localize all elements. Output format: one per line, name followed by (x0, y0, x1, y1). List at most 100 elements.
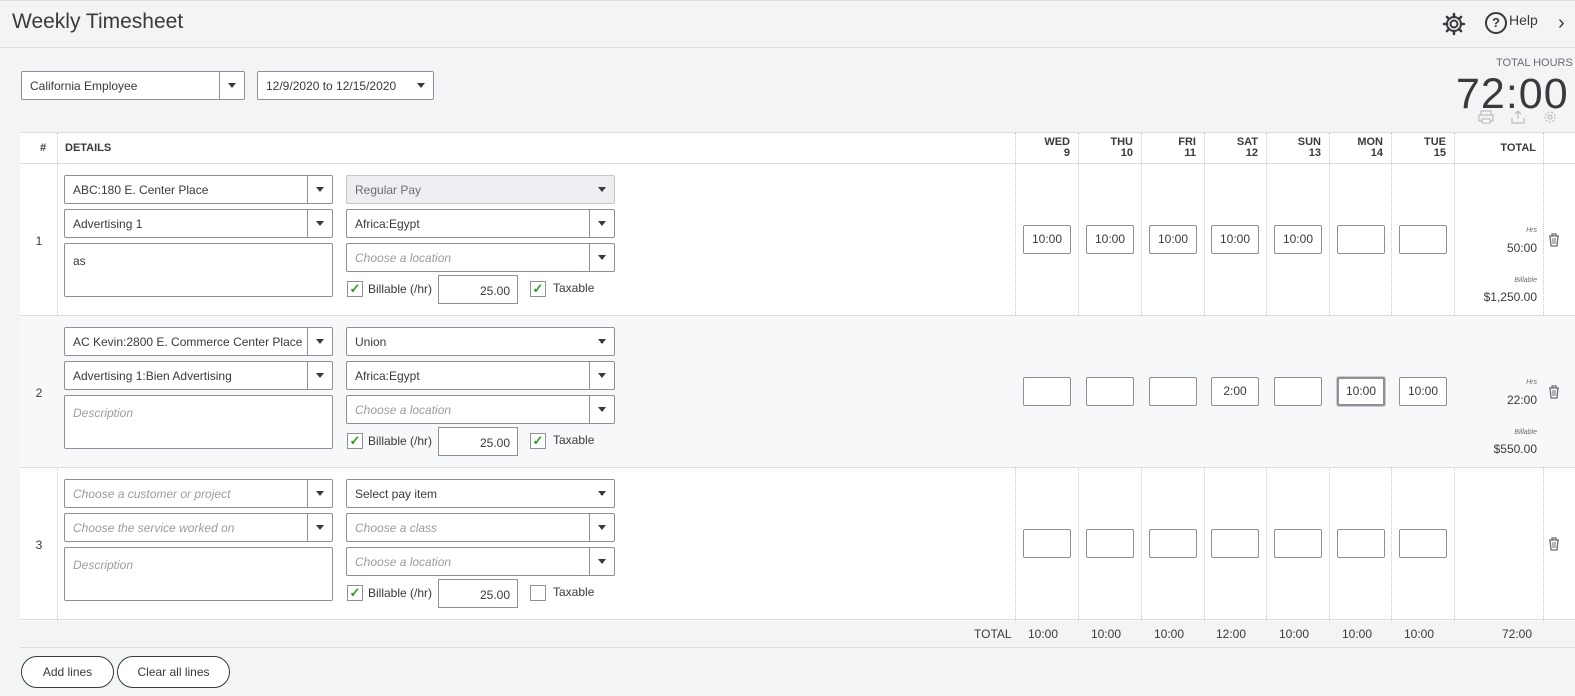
billable-checkbox[interactable]: ✓ (347, 433, 363, 449)
taxable-checkbox[interactable]: ✓ (530, 281, 546, 297)
totals-label: TOTAL (974, 627, 1012, 641)
chevron-down-icon (219, 72, 244, 99)
chevron-down-icon (307, 328, 332, 355)
hours-input-fri[interactable]: 10:00 (1149, 225, 1197, 254)
clear-all-lines-button[interactable]: Clear all lines (117, 656, 230, 688)
trash-icon[interactable] (1548, 537, 1560, 551)
table-row: 3 Choose a customer or project Choose th… (20, 468, 1575, 620)
hours-input-mon[interactable]: 10:00 (1337, 377, 1385, 406)
chevron-down-icon (307, 176, 332, 203)
class-select[interactable]: Africa:Egypt (346, 209, 615, 238)
table-settings-gear-icon[interactable] (1542, 110, 1560, 126)
customer-select[interactable]: AC Kevin:2800 E. Commerce Center Place (64, 327, 333, 356)
hours-input-tue[interactable]: 10:00 (1399, 377, 1447, 406)
rate-input[interactable]: 25.00 (438, 427, 518, 456)
hours-input-mon[interactable] (1337, 225, 1385, 254)
col-total-header: TOTAL (1500, 142, 1536, 154)
pay-item-value: Select pay item (355, 486, 438, 501)
hours-input-sun[interactable]: 10:00 (1274, 225, 1322, 254)
total-sun: 10:00 (1279, 627, 1310, 641)
col-day-header: FRI 11 (1178, 136, 1196, 159)
taxable-label: Taxable (553, 585, 595, 599)
class-placeholder: Choose a class (355, 520, 438, 535)
employee-select[interactable]: California Employee (21, 71, 245, 100)
chevron-down-icon (590, 187, 614, 192)
chevron-down-icon (590, 339, 614, 344)
hours-input-sat[interactable]: 10:00 (1211, 225, 1259, 254)
hours-input-thu[interactable] (1086, 529, 1134, 558)
hours-input-tue[interactable] (1399, 529, 1447, 558)
col-details-header: DETAILS (65, 142, 112, 154)
chevron-down-icon (589, 396, 614, 423)
row-number: 1 (35, 234, 43, 248)
customer-select[interactable]: Choose a customer or project (64, 479, 333, 508)
hours-input-sun[interactable] (1274, 529, 1322, 558)
top-bar (0, 0, 1575, 48)
taxable-checkbox[interactable]: ✓ (530, 433, 546, 449)
hours-input-sat[interactable]: 2:00 (1211, 377, 1259, 406)
chevron-down-icon (307, 362, 332, 389)
taxable-checkbox[interactable] (530, 585, 546, 601)
employee-value: California Employee (30, 78, 138, 93)
hours-input-wed[interactable] (1023, 529, 1071, 558)
row-total-billable: $550.00 (1493, 442, 1537, 456)
hours-input-wed[interactable]: 10:00 (1023, 225, 1071, 254)
print-icon[interactable] (1478, 110, 1496, 126)
billable-checkbox[interactable]: ✓ (347, 281, 363, 297)
billable-label: Billable (/hr) (368, 586, 433, 600)
description-textarea[interactable]: as (64, 243, 333, 297)
location-select[interactable]: Choose a location (346, 395, 615, 424)
class-select[interactable]: Africa:Egypt (346, 361, 615, 390)
location-select[interactable]: Choose a location (346, 243, 615, 272)
billable-label: Billable (/hr) (368, 282, 433, 296)
customer-select[interactable]: ABC:180 E. Center Place (64, 175, 333, 204)
hours-input-fri[interactable] (1149, 377, 1197, 406)
trash-icon[interactable] (1548, 233, 1560, 247)
description-textarea[interactable]: Description (64, 547, 333, 601)
hours-input-sun[interactable] (1274, 377, 1322, 406)
service-select[interactable]: Advertising 1 (64, 209, 333, 238)
pay-item-select[interactable]: Regular Pay (346, 175, 615, 204)
trash-icon[interactable] (1548, 385, 1560, 399)
hours-input-wed[interactable] (1023, 377, 1071, 406)
total-tue: 10:00 (1404, 627, 1435, 641)
service-select[interactable]: Advertising 1:Bien Advertising (64, 361, 333, 390)
close-chevron-icon[interactable]: › (1558, 12, 1565, 35)
export-icon[interactable] (1510, 110, 1528, 126)
pay-item-select[interactable]: Select pay item (346, 479, 615, 508)
chevron-down-icon (307, 480, 332, 507)
hours-input-tue[interactable] (1399, 225, 1447, 254)
hours-input-fri[interactable] (1149, 529, 1197, 558)
page-title: Weekly Timesheet (12, 10, 184, 33)
timesheet-table: # DETAILS WED 9 THU 10 FRI 11 SAT 12 SUN 13 M… (20, 132, 1575, 621)
hours-input-thu[interactable] (1086, 377, 1134, 406)
location-placeholder: Choose a location (355, 402, 452, 417)
col-day-header: TUE 15 (1424, 136, 1446, 159)
hours-input-mon[interactable] (1337, 529, 1385, 558)
chevron-down-icon (589, 210, 614, 237)
settings-gear-icon[interactable] (1442, 12, 1466, 36)
chevron-down-icon (589, 514, 614, 541)
rate-input[interactable]: 25.00 (438, 275, 518, 304)
hours-input-thu[interactable]: 10:00 (1086, 225, 1134, 254)
add-lines-button[interactable]: Add lines (21, 656, 114, 688)
totals-row: TOTAL 10:00 10:00 10:00 12:00 10:00 10:0… (20, 620, 1575, 648)
total-sat: 12:00 (1216, 627, 1247, 641)
table-row: 1 ABC:180 E. Center Place Advertising 1 … (20, 164, 1575, 316)
class-select[interactable]: Choose a class (346, 513, 615, 542)
billable-checkbox[interactable]: ✓ (347, 585, 363, 601)
pay-item-select[interactable]: Union (346, 327, 615, 356)
hours-input-sat[interactable] (1211, 529, 1259, 558)
taxable-label: Taxable (553, 281, 595, 295)
help-button[interactable]: ? Help (1485, 12, 1538, 34)
total-thu: 10:00 (1091, 627, 1122, 641)
class-value: Africa:Egypt (355, 368, 420, 383)
hrs-small-label: Hrs (1526, 227, 1537, 234)
service-select[interactable]: Choose the service worked on (64, 513, 333, 542)
chevron-down-icon (589, 362, 614, 389)
row-total-billable: $1,250.00 (1483, 290, 1537, 304)
date-range-select[interactable]: 12/9/2020 to 12/15/2020 (257, 71, 434, 100)
rate-input[interactable]: 25.00 (438, 579, 518, 608)
description-textarea[interactable]: Description (64, 395, 333, 449)
location-select[interactable]: Choose a location (346, 547, 615, 576)
